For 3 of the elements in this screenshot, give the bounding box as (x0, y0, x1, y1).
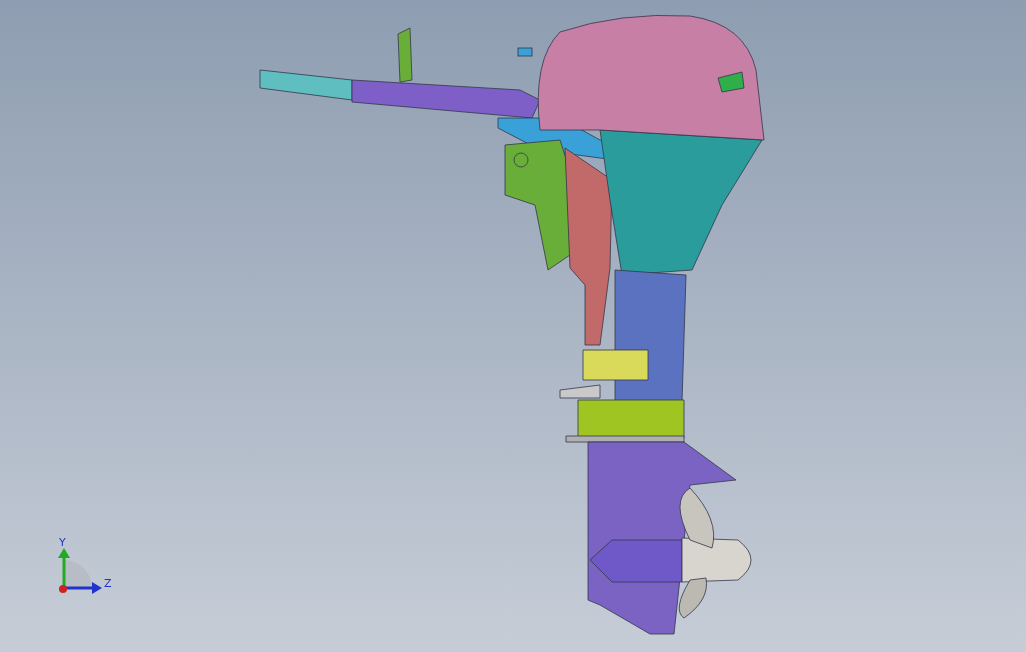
y-axis-label: Y (59, 536, 66, 549)
axis-triad-icon (58, 548, 102, 594)
z-axis-label: Z (104, 577, 112, 590)
